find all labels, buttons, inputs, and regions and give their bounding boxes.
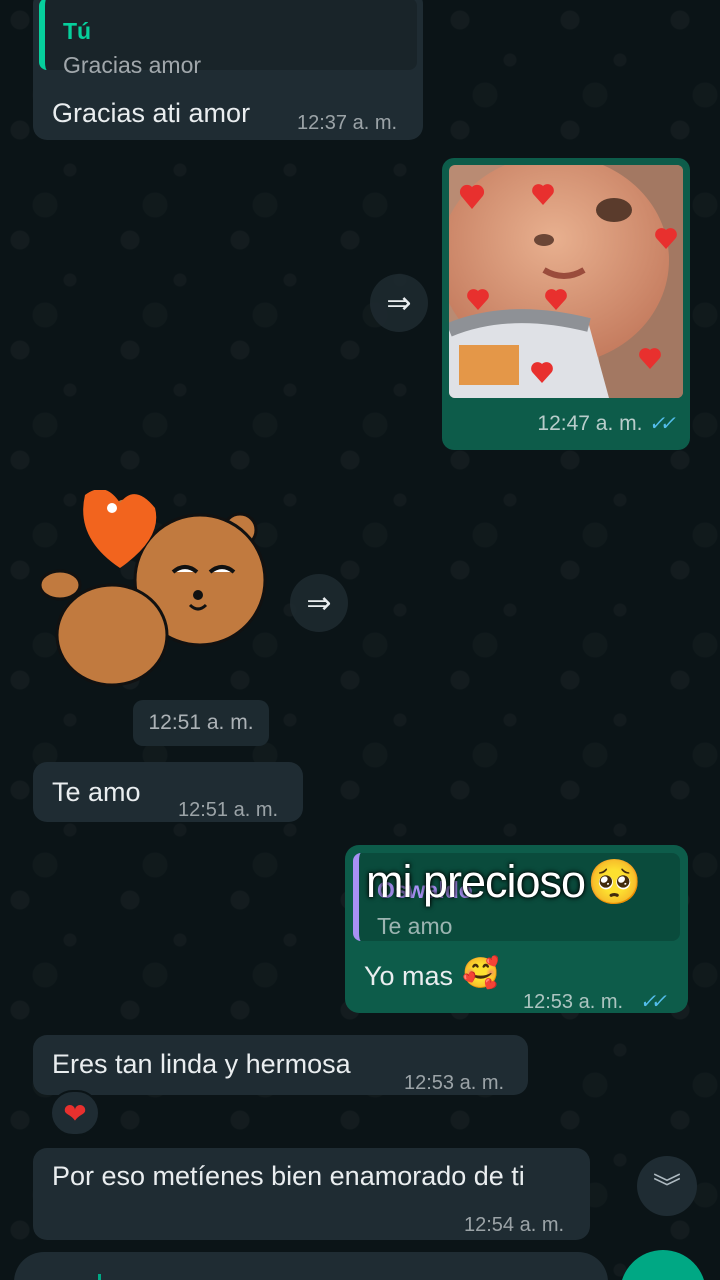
read-receipt-icon: ✓✓ (648, 413, 675, 435)
quote-author: Tú (63, 18, 92, 44)
photo-image[interactable] (449, 165, 683, 398)
overlay-text: mi precioso (366, 856, 586, 907)
forward-icon: ⇒ (386, 286, 412, 320)
message-te-amo[interactable]: Te amo 12:51 a. m. (33, 762, 303, 822)
double-chevron-down-icon: ︾ (652, 1172, 681, 1203)
message-input-bar[interactable] (14, 1252, 608, 1280)
sticker-time: 12:51 a. m. (133, 700, 269, 746)
message-por-eso[interactable]: Por eso metíenes bien enamorado de ti 12… (33, 1148, 590, 1240)
forward-button[interactable]: ⇒ (290, 574, 348, 632)
overlay-emoji: 🥺 (587, 858, 642, 907)
text-cursor (98, 1274, 101, 1280)
message-photo[interactable]: 12:47 a. m. ✓✓ (442, 158, 690, 450)
message-time: 12:53 a. m. (404, 1072, 505, 1094)
message-time: 12:51 a. m. (178, 799, 279, 821)
message-eres-tan-linda[interactable]: Eres tan linda y hermosa 12:53 a. m. (33, 1035, 528, 1095)
message-text: Yo mas (364, 961, 454, 991)
message-text: Por eso metíenes bien enamorado de ti (52, 1161, 525, 1191)
quote-text: Gracias amor (63, 52, 202, 78)
message-sticker-bear[interactable] (38, 489, 270, 690)
message-time: 12:37 a. m. (297, 112, 398, 134)
quote-text: Te amo (377, 913, 453, 939)
forward-icon: ⇒ (306, 586, 332, 620)
message-time: 12:54 a. m. (464, 1214, 565, 1236)
message-text: Eres tan linda y hermosa (52, 1049, 351, 1079)
overlay-caption: mi precioso 🥺 (366, 850, 706, 914)
message-meta: 12:47 a. m. ✓✓ (442, 402, 690, 446)
message-emoji: 🥰 (462, 957, 500, 990)
message-text: Te amo (52, 777, 141, 807)
quoted-message[interactable]: Tú Gracias amor (39, 0, 417, 78)
message-gracias-ati-amor[interactable]: Tú Gracias amor Gracias ati amor 12:37 a… (33, 0, 423, 140)
scroll-to-bottom-button[interactable]: ︾ (637, 1156, 697, 1216)
message-text: Gracias ati amor (52, 98, 251, 128)
message-time: 12:51 a. m. (148, 711, 254, 734)
reaction-badge[interactable]: ❤ (50, 1090, 100, 1136)
message-time: 12:47 a. m. (537, 412, 643, 435)
heart-reaction-icon: ❤ (63, 1097, 87, 1129)
message-time: 12:53 a. m. (523, 991, 624, 1013)
forward-button[interactable]: ⇒ (370, 274, 428, 332)
